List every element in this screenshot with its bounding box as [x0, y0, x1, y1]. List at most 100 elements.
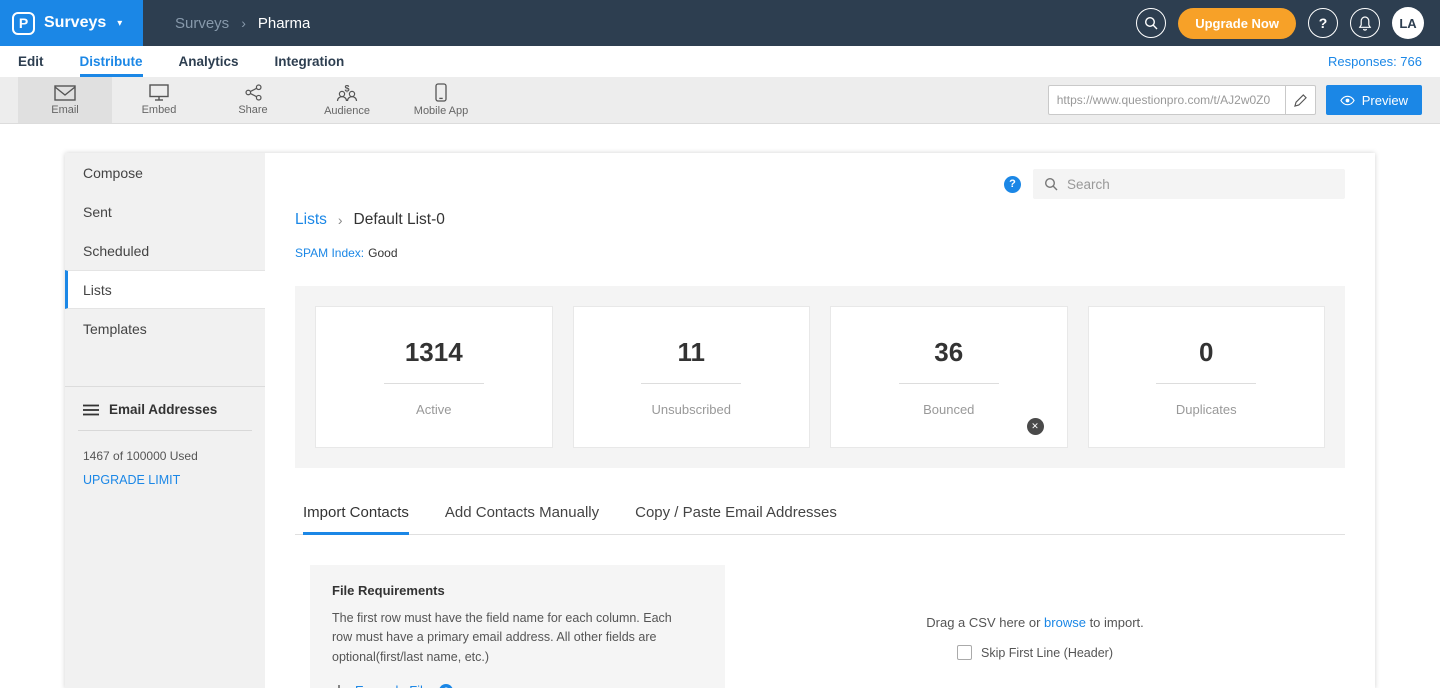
stat-card-active[interactable]: 1314 Active — [315, 306, 553, 448]
stat-label: Unsubscribed — [652, 402, 732, 417]
divider — [899, 383, 999, 384]
toolbar-item-mobile-app[interactable]: Mobile App — [394, 77, 488, 123]
topbar-actions: Upgrade Now ? LA — [1136, 7, 1440, 39]
skip-first-line-option[interactable]: Skip First Line (Header) — [957, 645, 1113, 660]
topbar: P Surveys ▾ Surveys › Pharma Upgrade Now… — [0, 0, 1440, 46]
divider — [641, 383, 741, 384]
stat-label: Duplicates — [1176, 402, 1237, 417]
example-file-row: Example File ? — [332, 683, 703, 688]
chevron-down-icon: ▾ — [117, 18, 122, 29]
list-stats: 1314 Active 11 Unsubscribed 36 Bounced ✕… — [295, 286, 1345, 468]
search-icon — [1044, 177, 1058, 191]
preview-label: Preview — [1362, 93, 1408, 108]
embed-icon — [149, 84, 169, 101]
sidebar-item-scheduled[interactable]: Scheduled — [65, 231, 265, 270]
import-contacts-body: File Requirements The first row must hav… — [295, 565, 1345, 688]
toolbar-item-audience[interactable]: $ Audience — [300, 77, 394, 123]
survey-url-input[interactable] — [1049, 93, 1285, 107]
email-icon — [54, 85, 76, 101]
divider — [1156, 383, 1256, 384]
stat-value: 0 — [1199, 337, 1213, 368]
stat-card-duplicates[interactable]: 0 Duplicates — [1088, 306, 1326, 448]
toolbar-item-label: Audience — [324, 105, 370, 117]
drag-csv-text: Drag a CSV here or browse to import. — [926, 615, 1144, 630]
sidebar-item-lists[interactable]: Lists — [65, 270, 265, 309]
sidebar-item-sent[interactable]: Sent — [65, 192, 265, 231]
content-card: Compose Sent Scheduled Lists Templates E… — [65, 153, 1375, 688]
help-icon-small[interactable]: ? — [1004, 176, 1021, 193]
stat-value: 36 — [934, 337, 963, 368]
stat-value: 1314 — [405, 337, 463, 368]
search-input[interactable] — [1067, 177, 1334, 192]
breadcrumb-survey-name: Pharma — [258, 15, 311, 32]
upgrade-now-button[interactable]: Upgrade Now — [1178, 8, 1296, 39]
product-name: Surveys — [44, 14, 106, 32]
search-box — [1033, 169, 1345, 199]
search-icon[interactable] — [1136, 8, 1166, 38]
csv-drop-area[interactable]: Drag a CSV here or browse to import. Ski… — [725, 565, 1345, 688]
tab-integration[interactable]: Integration — [275, 46, 345, 77]
survey-nav-tabs: Edit Distribute Analytics Integration Re… — [0, 46, 1440, 77]
help-icon-example-file[interactable]: ? — [439, 684, 453, 688]
tab-distribute[interactable]: Distribute — [80, 46, 143, 77]
edit-url-icon[interactable] — [1285, 86, 1315, 114]
questionpro-logo-icon: P — [12, 12, 35, 35]
list-icon — [83, 404, 99, 416]
lists-breadcrumb: Lists › Default List-0 — [295, 211, 1345, 229]
product-switcher[interactable]: P Surveys ▾ — [0, 0, 143, 46]
toolbar-item-label: Share — [238, 104, 267, 116]
browse-link[interactable]: browse — [1044, 615, 1086, 630]
contacts-tabs: Import Contacts Add Contacts Manually Co… — [295, 496, 1345, 535]
toolbar-item-label: Email — [51, 104, 79, 116]
tab-edit[interactable]: Edit — [18, 46, 44, 77]
upgrade-limit-link[interactable]: UPGRADE LIMIT — [65, 463, 265, 487]
spam-index: SPAM Index:Good — [295, 246, 1345, 260]
breadcrumb-surveys-link[interactable]: Surveys — [175, 15, 229, 32]
stat-card-unsubscribed[interactable]: 11 Unsubscribed — [573, 306, 811, 448]
share-icon — [245, 84, 262, 101]
toolbar-item-embed[interactable]: Embed — [112, 77, 206, 123]
eye-icon — [1340, 95, 1355, 106]
tab-import-contacts[interactable]: Import Contacts — [303, 496, 409, 534]
preview-button[interactable]: Preview — [1326, 85, 1422, 115]
audience-icon: $ — [335, 84, 359, 102]
divider — [384, 383, 484, 384]
sidebar-item-templates[interactable]: Templates — [65, 309, 265, 348]
example-file-link[interactable]: Example File — [355, 683, 430, 688]
skip-first-line-checkbox[interactable] — [957, 645, 972, 660]
tab-copy-paste-email-addresses[interactable]: Copy / Paste Email Addresses — [635, 496, 837, 534]
toolbar-item-share[interactable]: Share — [206, 77, 300, 123]
file-requirements-box: File Requirements The first row must hav… — [310, 565, 725, 688]
skip-first-line-label: Skip First Line (Header) — [981, 646, 1113, 660]
distribute-toolbar: Email Embed Share $ Audience Mobile App — [0, 77, 1440, 124]
toolbar-items: Email Embed Share $ Audience Mobile App — [18, 77, 488, 123]
breadcrumb-separator: › — [338, 212, 343, 228]
close-icon[interactable]: ✕ — [1027, 418, 1044, 435]
email-usage-text: 1467 of 100000 Used — [65, 431, 265, 463]
panel-top: ? — [295, 169, 1345, 199]
file-requirements-title: File Requirements — [332, 583, 703, 598]
stat-card-bounced[interactable]: 36 Bounced ✕ — [830, 306, 1068, 448]
tab-analytics[interactable]: Analytics — [179, 46, 239, 77]
toolbar-item-label: Embed — [142, 104, 177, 116]
toolbar-right: Preview — [1048, 77, 1440, 123]
toolbar-item-label: Mobile App — [414, 105, 468, 117]
drag-text-post: to import. — [1086, 615, 1144, 630]
spam-index-label: SPAM Index: — [295, 246, 364, 260]
breadcrumb-separator: › — [241, 15, 246, 31]
current-list-name: Default List-0 — [354, 211, 445, 229]
toolbar-item-email[interactable]: Email — [18, 77, 112, 123]
responses-count[interactable]: Responses: 766 — [1328, 54, 1422, 69]
avatar[interactable]: LA — [1392, 7, 1424, 39]
mobile-app-icon — [435, 83, 447, 102]
help-icon[interactable]: ? — [1308, 8, 1338, 38]
svg-text:$: $ — [344, 84, 349, 94]
email-addresses-title: Email Addresses — [109, 402, 217, 417]
stat-label: Active — [416, 402, 451, 417]
bell-icon[interactable] — [1350, 8, 1380, 38]
lists-link[interactable]: Lists — [295, 211, 327, 229]
sidebar-item-compose[interactable]: Compose — [65, 153, 265, 192]
download-icon — [332, 684, 346, 688]
drag-text-pre: Drag a CSV here or — [926, 615, 1044, 630]
tab-add-contacts-manually[interactable]: Add Contacts Manually — [445, 496, 599, 534]
